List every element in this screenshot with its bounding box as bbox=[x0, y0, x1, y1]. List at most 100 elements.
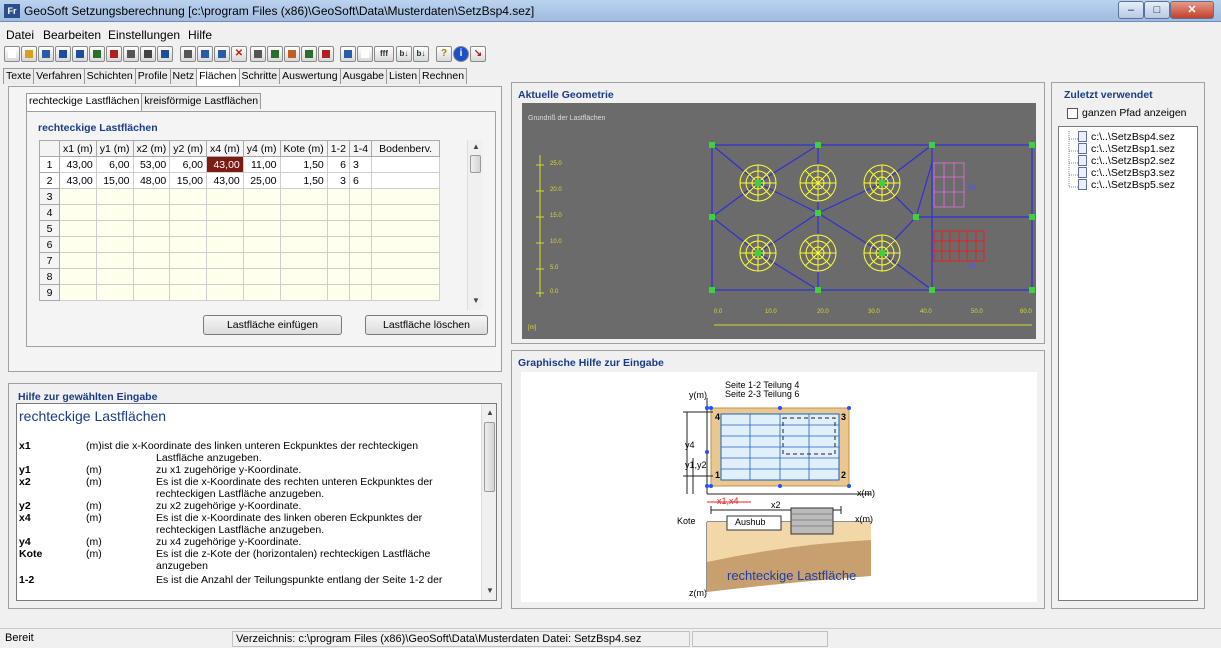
row-number[interactable]: 8 bbox=[39, 268, 60, 285]
recent-file-item[interactable]: c:\..\SetzBsp3.sez bbox=[1091, 167, 1175, 179]
areas-table[interactable]: x1 (m) y1 (m) x2 (m) y2 (m) x4 (m) y4 (m… bbox=[39, 140, 441, 301]
row-number[interactable]: 7 bbox=[39, 252, 60, 269]
help-scrollbar[interactable]: ▲ ▼ bbox=[481, 404, 496, 600]
table-cell[interactable]: 25,00 bbox=[242, 172, 281, 189]
subtab-kreisfoermig[interactable]: kreisförmige Lastflächen bbox=[141, 93, 262, 109]
table-row[interactable]: 1 43,00 6,00 53,00 6,00 43,00 11,00 1,50… bbox=[39, 156, 441, 173]
table-cell[interactable]: 53,00 bbox=[132, 156, 171, 173]
subscript-icon[interactable]: b↓ bbox=[396, 46, 412, 62]
scrollbar-thumb[interactable] bbox=[470, 155, 481, 173]
row-number[interactable]: 9 bbox=[39, 284, 60, 301]
recent-file-item[interactable]: c:\..\SetzBsp2.sez bbox=[1091, 155, 1175, 167]
copy-icon[interactable] bbox=[197, 46, 213, 62]
col-header[interactable]: Kote (m) bbox=[279, 140, 328, 157]
table-cell[interactable]: 3 bbox=[326, 172, 350, 189]
table-cell-selected[interactable]: 43,00 bbox=[206, 156, 244, 173]
tab-verfahren[interactable]: Verfahren bbox=[33, 68, 85, 84]
graph-icon[interactable] bbox=[301, 46, 317, 62]
subtab-rechteckig[interactable]: rechteckige Lastflächen bbox=[26, 93, 143, 111]
table-row[interactable]: 3 bbox=[39, 188, 441, 205]
insert-area-button[interactable]: Lastfläche einfügen bbox=[203, 315, 342, 335]
tab-ausgabe[interactable]: Ausgabe bbox=[339, 68, 388, 84]
col-header[interactable]: Bodenberv. bbox=[371, 140, 441, 157]
menu-hilfe[interactable]: Hilfe bbox=[188, 28, 212, 42]
col-header[interactable]: x4 (m) bbox=[206, 140, 244, 157]
new-file-icon[interactable] bbox=[4, 46, 20, 62]
recent-file-item[interactable]: c:\..\SetzBsp1.sez bbox=[1091, 143, 1175, 155]
recent-file-item[interactable]: c:\..\SetzBsp4.sez bbox=[1091, 131, 1175, 143]
table-cell[interactable]: 1,50 bbox=[279, 172, 328, 189]
preview-icon[interactable] bbox=[123, 46, 139, 62]
open-file-icon[interactable] bbox=[21, 46, 37, 62]
table-cell[interactable]: 1,50 bbox=[279, 156, 328, 173]
scrollbar-thumb[interactable] bbox=[484, 422, 495, 492]
print-setup-icon[interactable] bbox=[157, 46, 173, 62]
row-number[interactable]: 2 bbox=[39, 172, 60, 189]
tab-schritte[interactable]: Schritte bbox=[238, 68, 281, 84]
tab-rechnen[interactable]: Rechnen bbox=[419, 68, 468, 84]
scroll-down-icon[interactable]: ▼ bbox=[486, 586, 494, 595]
paste-icon[interactable] bbox=[214, 46, 230, 62]
close-button[interactable]: ✕ bbox=[1170, 1, 1214, 19]
geometry-plot[interactable]: Grundriß der Lastflächen 25.0 20.0 15.0 … bbox=[522, 103, 1036, 339]
chart-icon[interactable] bbox=[284, 46, 300, 62]
table-cell[interactable] bbox=[371, 172, 441, 189]
pointer-icon[interactable]: ↘ bbox=[470, 46, 486, 62]
maximize-button[interactable]: □ bbox=[1144, 1, 1170, 19]
table-row[interactable]: 8 bbox=[39, 268, 441, 285]
table-cell[interactable]: 15,00 bbox=[95, 172, 134, 189]
row-number[interactable]: 6 bbox=[39, 236, 60, 253]
font-size-icon[interactable]: fff bbox=[374, 46, 394, 62]
table-cell[interactable]: 43,00 bbox=[59, 172, 97, 189]
table-row[interactable]: 7 bbox=[39, 252, 441, 269]
table-cell[interactable]: 48,00 bbox=[132, 172, 171, 189]
menu-bearbeiten[interactable]: Bearbeiten bbox=[43, 28, 101, 42]
table-cell[interactable]: 43,00 bbox=[206, 172, 244, 189]
scroll-up-icon[interactable]: ▲ bbox=[486, 408, 494, 417]
scroll-down-icon[interactable]: ▼ bbox=[472, 296, 480, 305]
undo-icon[interactable] bbox=[180, 46, 196, 62]
minimize-button[interactable]: – bbox=[1118, 1, 1144, 19]
table-row[interactable]: 2 43,00 15,00 48,00 15,00 43,00 25,00 1,… bbox=[39, 172, 441, 189]
tab-listen[interactable]: Listen bbox=[386, 68, 421, 84]
cut-icon[interactable] bbox=[250, 46, 266, 62]
table-scrollbar[interactable]: ▲ ▼ bbox=[467, 140, 483, 310]
tab-profile[interactable]: Profile bbox=[134, 68, 171, 84]
table-cell[interactable]: 11,00 bbox=[242, 156, 281, 173]
tab-auswertung[interactable]: Auswertung bbox=[279, 68, 341, 84]
table-row[interactable]: 9 bbox=[39, 284, 441, 301]
table-icon[interactable] bbox=[267, 46, 283, 62]
row-number[interactable]: 1 bbox=[39, 156, 60, 173]
save-icon[interactable] bbox=[55, 46, 71, 62]
help-text-box[interactable]: rechteckige Lastflächen x1 (m)ist die x-… bbox=[16, 403, 497, 601]
tab-texte[interactable]: Texte bbox=[3, 68, 35, 84]
table-cell[interactable]: 6,00 bbox=[169, 156, 207, 173]
menu-datei[interactable]: Datei bbox=[6, 28, 34, 42]
full-path-checkbox[interactable] bbox=[1067, 108, 1078, 119]
help-icon[interactable]: ? bbox=[436, 46, 452, 62]
info-icon[interactable]: i bbox=[453, 46, 469, 62]
window-icon[interactable] bbox=[340, 46, 356, 62]
col-header[interactable]: y2 (m) bbox=[169, 140, 207, 157]
row-number[interactable]: 5 bbox=[39, 220, 60, 237]
delete-area-button[interactable]: Lastfläche löschen bbox=[365, 315, 488, 335]
table-cell[interactable]: 6 bbox=[326, 156, 350, 173]
delete-icon[interactable]: ✕ bbox=[231, 46, 247, 62]
save-as-icon[interactable] bbox=[72, 46, 88, 62]
table-row[interactable]: 4 bbox=[39, 204, 441, 221]
recent-file-item[interactable]: c:\..\SetzBsp5.sez bbox=[1091, 179, 1175, 191]
table-cell[interactable]: 3 bbox=[348, 156, 373, 173]
table-cell[interactable] bbox=[371, 156, 441, 173]
scroll-up-icon[interactable]: ▲ bbox=[472, 142, 480, 151]
table-cell[interactable]: 15,00 bbox=[169, 172, 207, 189]
open-folder-icon[interactable] bbox=[38, 46, 54, 62]
col-header[interactable]: x2 (m) bbox=[132, 140, 171, 157]
tab-schichten[interactable]: Schichten bbox=[83, 68, 136, 84]
row-number[interactable]: 3 bbox=[39, 188, 60, 205]
tab-flaechen[interactable]: Flächen bbox=[196, 68, 240, 86]
col-header[interactable]: x1 (m) bbox=[59, 140, 97, 157]
recent-files-list[interactable] bbox=[1058, 126, 1198, 601]
row-number[interactable]: 4 bbox=[39, 204, 60, 221]
col-header[interactable]: y1 (m) bbox=[95, 140, 134, 157]
table-cell[interactable]: 43,00 bbox=[59, 156, 97, 173]
